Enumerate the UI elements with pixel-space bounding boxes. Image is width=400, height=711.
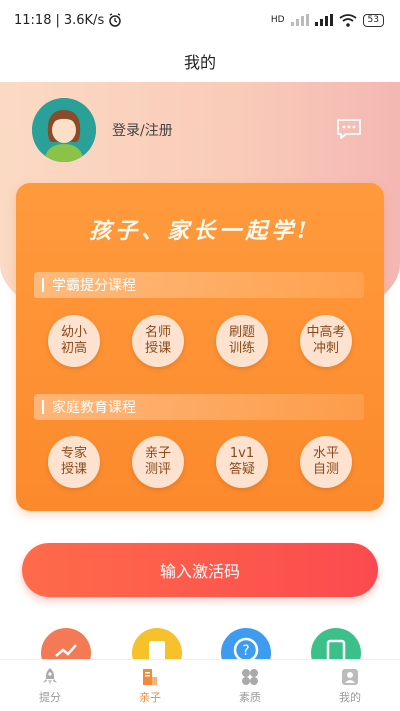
alarm-icon bbox=[109, 13, 121, 27]
course-item-line1: 名师 bbox=[144, 325, 171, 340]
course-item-line2: 冲刺 bbox=[312, 341, 339, 356]
page-title: 我的 bbox=[183, 53, 216, 72]
course-item-line1: 中高考 bbox=[306, 325, 346, 340]
course-item[interactable]: 刷题 训练 bbox=[216, 315, 268, 367]
svg-text:?: ? bbox=[242, 643, 249, 659]
rocket-icon bbox=[43, 667, 57, 685]
tab-tifen[interactable]: 提分 bbox=[0, 660, 100, 711]
tab-label: 我的 bbox=[339, 690, 361, 704]
course-item-line2: 自测 bbox=[312, 462, 339, 477]
course-item[interactable]: 幼小 初高 bbox=[48, 315, 100, 367]
course-item-line2: 初高 bbox=[60, 341, 87, 356]
course-item-line1: 1v1 bbox=[229, 446, 255, 461]
clover-icon bbox=[242, 668, 258, 685]
card-slogan: 孩子、家长一起学! bbox=[89, 218, 311, 244]
course-item-line1: 专家 bbox=[60, 446, 87, 461]
login-register-link[interactable]: 登录/注册 bbox=[112, 120, 173, 140]
course-item[interactable]: 水平 自测 bbox=[300, 436, 352, 488]
course-item-line2: 授课 bbox=[60, 462, 87, 477]
section-mark bbox=[42, 400, 44, 414]
signal-icon bbox=[290, 14, 309, 26]
section-title-boost: 学霸提分课程 bbox=[34, 272, 364, 298]
course-item-line2: 测评 bbox=[144, 462, 171, 477]
course-item-line1: 水平 bbox=[312, 446, 339, 461]
battery-indicator: 53 bbox=[362, 13, 384, 27]
course-item-line2: 授课 bbox=[144, 341, 171, 356]
status-bar: 11:18 | 3.6K/s HD 53 bbox=[0, 0, 400, 40]
wifi-icon bbox=[339, 13, 357, 27]
status-left: 11:18 | 3.6K/s bbox=[14, 13, 122, 28]
message-icon[interactable] bbox=[336, 118, 362, 140]
course-item[interactable]: 名师 授课 bbox=[132, 315, 184, 367]
course-item-line2: 训练 bbox=[228, 341, 255, 356]
tab-suzhi[interactable]: 素质 bbox=[200, 660, 300, 711]
bottom-tab-bar: 提分 亲子 素质 我的 bbox=[0, 659, 400, 711]
status-time: 11:18 bbox=[14, 12, 52, 28]
tab-qinzi[interactable]: 亲子 bbox=[100, 660, 200, 711]
girl-avatar-icon bbox=[32, 98, 96, 162]
signal-icon-2 bbox=[314, 14, 333, 26]
tab-label: 亲子 bbox=[139, 690, 161, 704]
tab-wode[interactable]: 我的 bbox=[300, 660, 400, 711]
course-item[interactable]: 亲子 测评 bbox=[132, 436, 184, 488]
hd-badge: HD bbox=[270, 15, 285, 25]
tab-label: 素质 bbox=[239, 690, 261, 704]
section-mark bbox=[42, 278, 44, 292]
section-title-family: 家庭教育课程 bbox=[34, 394, 364, 420]
course-item[interactable]: 1v1 答疑 bbox=[216, 436, 268, 488]
status-right: HD 53 bbox=[270, 13, 384, 27]
status-divider: | bbox=[55, 12, 60, 28]
course-card: 孩子、家长一起学! 学霸提分课程 幼小 初高 名师 授课 刷题 训练 中高考 冲… bbox=[16, 183, 384, 511]
course-item-line2: 答疑 bbox=[228, 462, 255, 477]
course-item-line1: 幼小 bbox=[60, 325, 87, 340]
tab-label: 提分 bbox=[39, 690, 61, 704]
course-item[interactable]: 中高考 冲刺 bbox=[300, 315, 352, 367]
person-icon bbox=[342, 668, 358, 685]
page-title-bar: 我的 bbox=[0, 40, 400, 82]
course-item[interactable]: 专家 授课 bbox=[48, 436, 100, 488]
section-title-text: 学霸提分课程 bbox=[52, 278, 136, 294]
activate-code-button[interactable]: 输入激活码 bbox=[22, 543, 378, 597]
course-item-line1: 亲子 bbox=[144, 446, 171, 461]
avatar[interactable] bbox=[32, 98, 96, 162]
section-title-text: 家庭教育课程 bbox=[52, 400, 136, 416]
book-icon bbox=[143, 668, 157, 685]
status-speed: 3.6K/s bbox=[63, 12, 105, 28]
course-item-line1: 刷题 bbox=[228, 325, 255, 340]
